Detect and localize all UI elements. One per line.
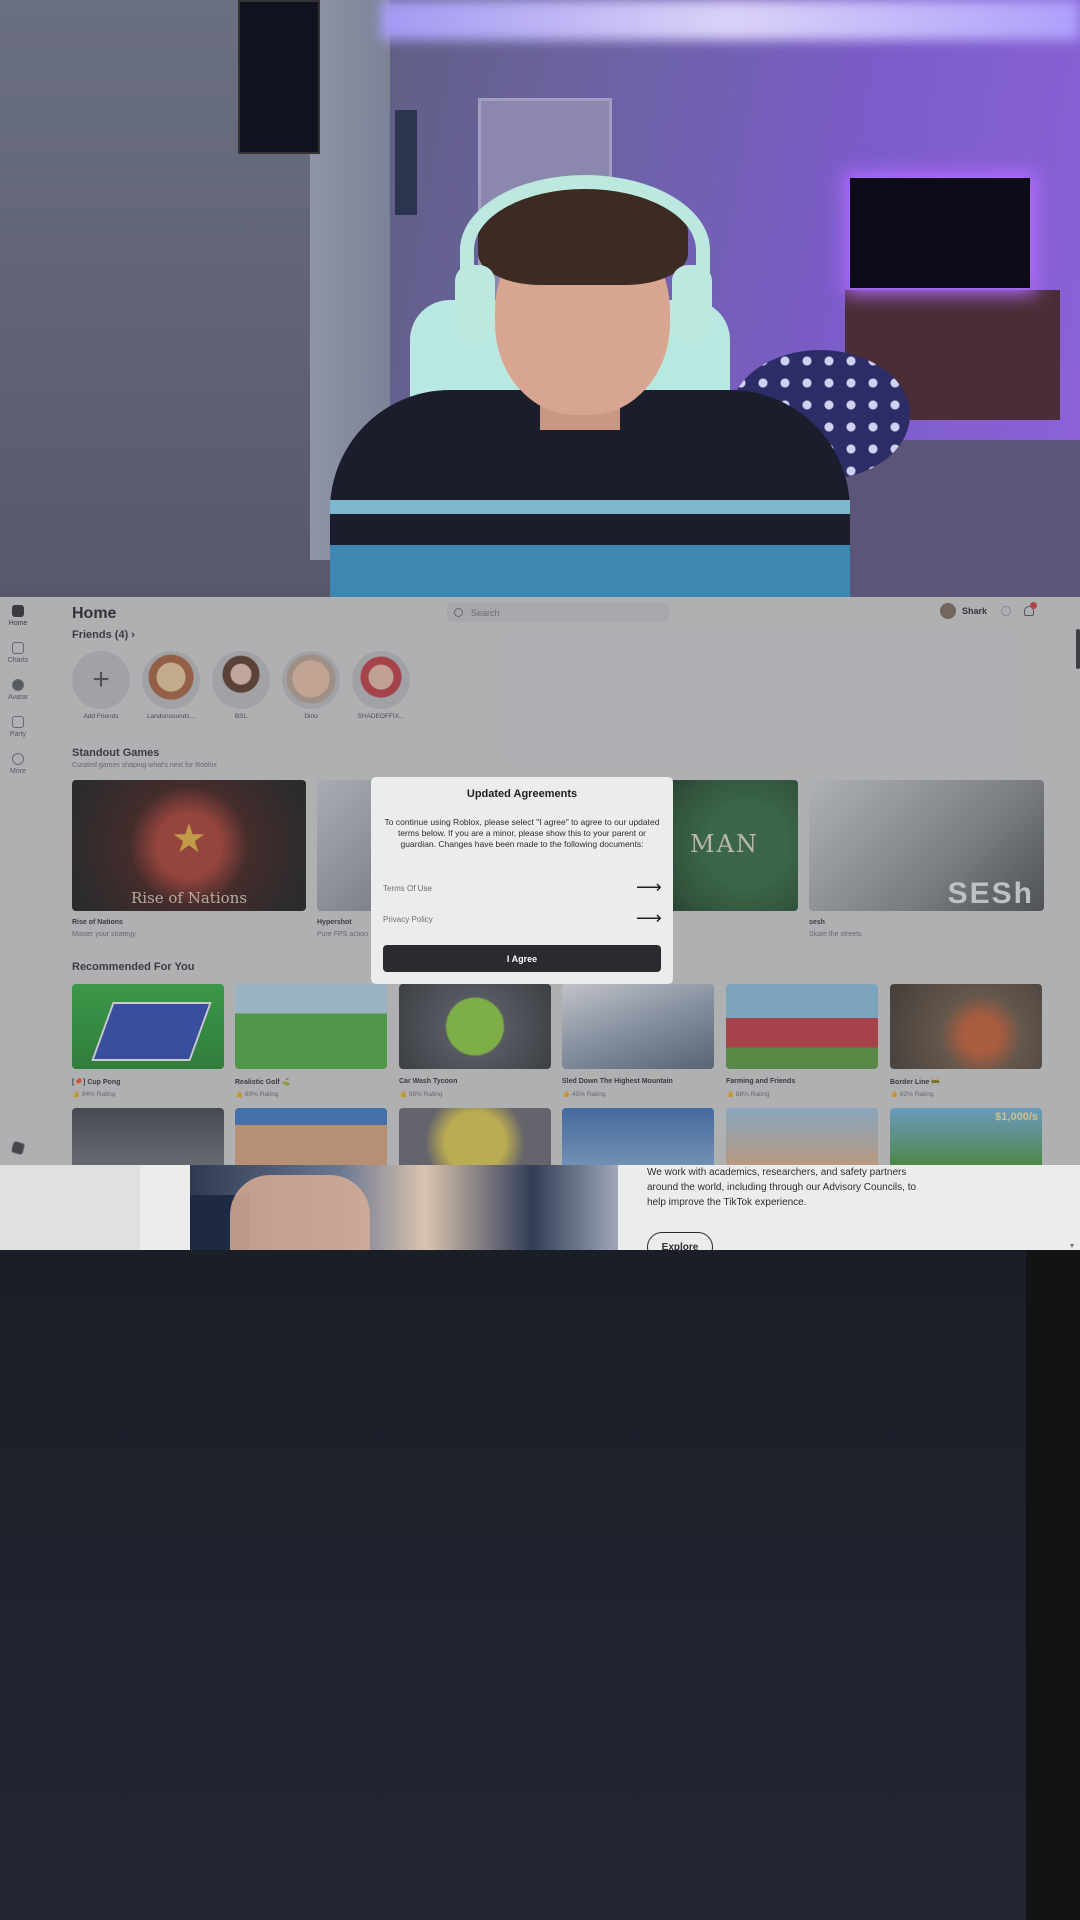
tiktok-page: We work with academics, researchers, and… <box>0 1165 1080 1250</box>
wall-poster <box>395 110 417 215</box>
hero-photo <box>190 1165 618 1250</box>
updated-agreements-dialog: Updated Agreements To continue using Rob… <box>371 777 673 984</box>
dark-background <box>0 1250 1080 1920</box>
led-strip <box>380 0 1080 40</box>
chevron-down-icon: ▾ <box>1070 1241 1075 1250</box>
tv <box>850 178 1030 288</box>
wall-clock <box>238 0 320 154</box>
advisory-text: We work with academics, researchers, and… <box>647 1167 917 1208</box>
explore-button[interactable]: Explore <box>647 1232 713 1250</box>
i-agree-button[interactable]: I Agree <box>383 945 661 972</box>
privacy-policy-link[interactable]: Privacy Policy <box>383 915 433 924</box>
dialog-title: Updated Agreements <box>466 788 578 800</box>
roblox-app: Home Charts Avatar Party More Home Shark… <box>0 597 1080 1165</box>
terms-of-use-link[interactable]: Terms Of Use <box>383 884 432 893</box>
webcam-feed <box>0 0 1080 597</box>
dialog-body: To continue using Roblox, please select … <box>384 817 660 849</box>
arrow-right-icon[interactable]: ⟶ <box>636 878 662 896</box>
arrow-right-icon[interactable]: ⟶ <box>636 909 662 927</box>
